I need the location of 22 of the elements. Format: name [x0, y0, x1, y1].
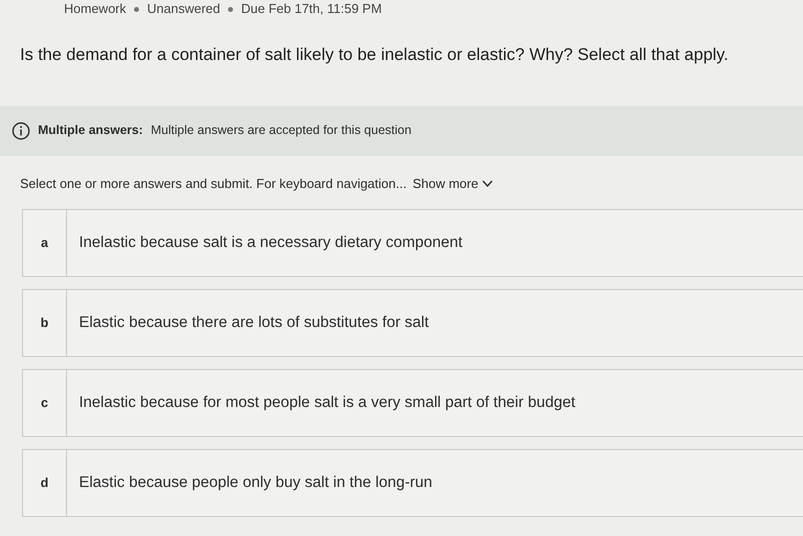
option-letter: d: [40, 474, 48, 492]
question-text: Is the demand for a container of salt likely to be inelastic or elastic? Why? Select all that apply.: [19, 44, 730, 66]
chevron-down-icon: [482, 180, 494, 187]
instructions-text: Select one or more answers and submit. For keyboard navigation...: [20, 174, 407, 193]
answer-option[interactable]: c Inelastic because for most people salt is a very small part of their budget: [22, 369, 803, 437]
option-letter: a: [40, 234, 48, 252]
info-icon: [12, 122, 30, 140]
option-text: Elastic because there are lots of substitutes for salt: [79, 313, 429, 334]
answer-option[interactable]: d Elastic because people only buy salt in the long-run: [22, 449, 803, 517]
option-text: Inelastic because salt is a necessary dietary component: [79, 233, 462, 254]
breadcrumb-item: Homework: [64, 0, 126, 18]
answer-option[interactable]: a Inelastic because salt is a necessary dietary component: [22, 209, 803, 277]
show-more-link[interactable]: Show more: [412, 174, 494, 193]
option-text: Inelastic because for most people salt is a very small part of their budget: [79, 393, 576, 414]
option-letter: c: [40, 394, 48, 412]
info-text: Multiple answers are accepted for this question: [150, 122, 412, 140]
breadcrumb-item: Unanswered: [147, 0, 220, 18]
option-letter: b: [40, 314, 48, 332]
breadcrumb-item: Due Feb 17th, 11:59 PM: [241, 0, 382, 18]
answer-option[interactable]: b Elastic because there are lots of substitutes for salt: [22, 289, 803, 357]
option-text: Elastic because people only buy salt in the long-run: [79, 473, 432, 494]
info-label: Multiple answers:: [38, 122, 143, 140]
